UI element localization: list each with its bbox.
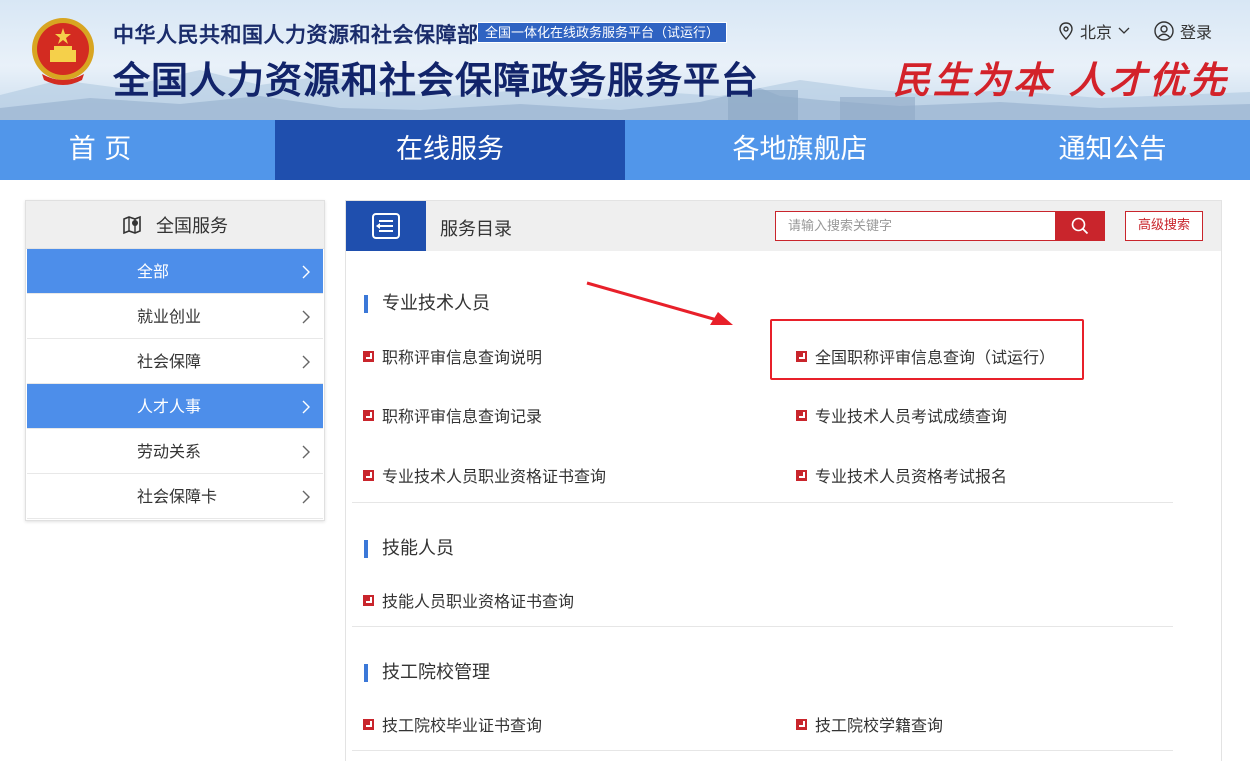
arrow-bullet-icon	[363, 469, 374, 481]
sidebar-item-label: 全部	[137, 262, 170, 281]
link-exam-score-query[interactable]: 专业技术人员考试成绩查询	[796, 403, 1007, 427]
sidebar-header: 全国服务	[26, 201, 324, 249]
sidebar-item-social-security[interactable]: 社会保障	[27, 339, 323, 384]
search-button[interactable]	[1055, 211, 1105, 241]
section-title: 技工院校管理	[364, 664, 490, 682]
arrow-bullet-icon	[363, 350, 374, 362]
section-title: 技能人员	[364, 540, 454, 558]
sidebar: 全国服务 全部 就业创业 社会保障 人才人事 劳动关系 社会保障卡	[25, 200, 325, 521]
platform-badge: 全国一体化在线政务服务平台（试运行）	[477, 22, 728, 43]
platform-title: 全国人力资源和社会保障政务服务平台	[113, 59, 759, 102]
sidebar-item-talent[interactable]: 人才人事	[27, 384, 323, 429]
section-technical-schools: 技工院校管理 技工院校毕业证书查询 技工院校学籍查询	[352, 627, 1173, 751]
sidebar-item-label: 就业创业	[137, 307, 202, 326]
link-title-review-records[interactable]: 职称评审信息查询记录	[363, 403, 542, 427]
search-icon	[1071, 217, 1089, 235]
chevron-down-icon	[1118, 27, 1130, 34]
chevron-right-icon	[302, 429, 311, 474]
link-exam-registration[interactable]: 专业技术人员资格考试报名	[796, 463, 1007, 487]
service-catalog-panel: 服务目录 高级搜索 专业技术人员 职称评审信息查询说明 全国职称评审信息查询（试…	[345, 200, 1222, 761]
link-title-review-instructions[interactable]: 职称评审信息查询说明	[363, 344, 542, 368]
arrow-bullet-icon	[796, 469, 807, 481]
nav-notices[interactable]: 通知公告	[975, 120, 1250, 180]
arrow-bullet-icon	[796, 409, 807, 421]
arrow-bullet-icon	[363, 409, 374, 421]
ministry-name: 中华人民共和国人力资源和社会保障部	[113, 23, 479, 47]
chevron-right-icon	[302, 294, 311, 339]
link-skill-cert-query[interactable]: 技能人员职业资格证书查询	[363, 588, 574, 612]
catalog-title: 服务目录	[440, 219, 512, 240]
nav-online-services[interactable]: 在线服务	[275, 120, 625, 180]
annotation-arrow-icon	[586, 281, 733, 325]
map-icon	[123, 215, 141, 234]
sidebar-item-labor-relations[interactable]: 劳动关系	[27, 429, 323, 474]
chevron-right-icon	[302, 339, 311, 384]
sidebar-item-label: 社会保障卡	[137, 487, 218, 506]
chevron-right-icon	[302, 249, 311, 294]
link-school-graduation-cert[interactable]: 技工院校毕业证书查询	[363, 712, 542, 736]
location-pin-icon	[1059, 22, 1073, 40]
national-emblem-icon	[32, 18, 94, 85]
login-label: 登录	[1180, 23, 1213, 42]
chevron-right-icon	[302, 384, 311, 429]
link-qualification-cert-query[interactable]: 专业技术人员职业资格证书查询	[363, 463, 606, 487]
sidebar-item-ss-card[interactable]: 社会保障卡	[27, 474, 323, 519]
sidebar-item-label: 人才人事	[137, 397, 202, 416]
advanced-search-button[interactable]: 高级搜索	[1125, 211, 1203, 241]
location-label: 北京	[1080, 23, 1113, 42]
sidebar-title: 全国服务	[156, 215, 228, 237]
search-input[interactable]	[775, 211, 1055, 241]
sidebar-item-label: 劳动关系	[137, 442, 202, 461]
location-selector[interactable]: 北京	[1058, 19, 1130, 43]
chevron-right-icon	[302, 474, 311, 519]
site-header: 中华人民共和国人力资源和社会保障部 全国一体化在线政务服务平台（试运行） 全国人…	[0, 0, 1250, 120]
section-title: 专业技术人员	[364, 295, 490, 313]
sidebar-item-employment[interactable]: 就业创业	[27, 294, 323, 339]
nav-local-stores[interactable]: 各地旗舰店	[625, 120, 975, 180]
sidebar-item-label: 社会保障	[137, 352, 202, 371]
catalog-icon-box	[346, 201, 426, 251]
user-icon	[1154, 21, 1174, 41]
link-school-enrollment-query[interactable]: 技工院校学籍查询	[796, 712, 943, 736]
catalog-list-icon	[372, 213, 400, 239]
slogan: 民生为本 人才优先	[893, 58, 1229, 102]
arrow-bullet-icon	[363, 718, 374, 730]
arrow-bullet-icon	[363, 594, 374, 606]
sidebar-item-all[interactable]: 全部	[27, 249, 323, 294]
login-button[interactable]: 登录	[1154, 19, 1212, 43]
nav-home[interactable]: 首 页	[0, 120, 200, 180]
annotation-highlight-box	[770, 319, 1084, 380]
section-skilled-workers: 技能人员 技能人员职业资格证书查询	[352, 503, 1173, 627]
main-nav: 首 页 在线服务 各地旗舰店 通知公告	[0, 120, 1250, 180]
arrow-bullet-icon	[796, 718, 807, 730]
catalog-header: 服务目录 高级搜索	[346, 201, 1221, 251]
